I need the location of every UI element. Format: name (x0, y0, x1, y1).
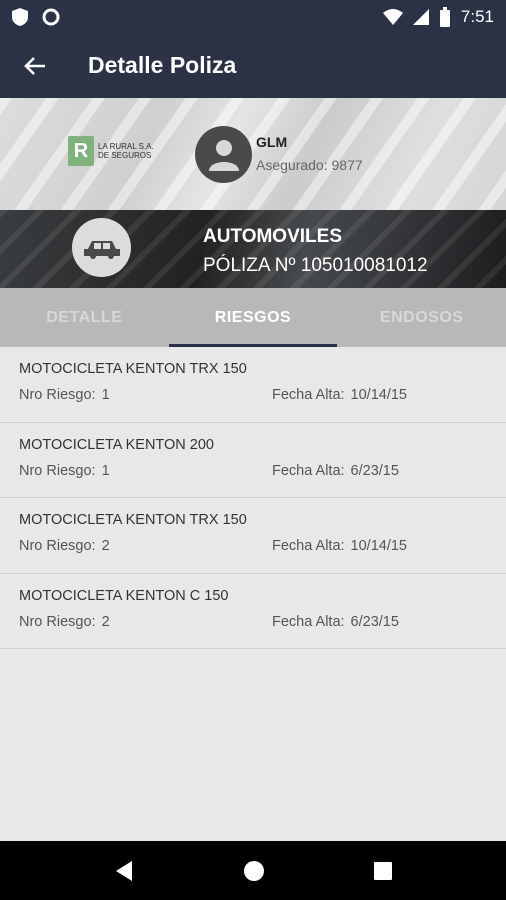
fecha-alta-label: Fecha Alta: (272, 613, 345, 630)
nav-back-icon[interactable] (114, 860, 134, 882)
risk-title: MOTOCICLETA KENTON TRX 150 (19, 512, 247, 528)
tab-detalle[interactable]: DETALLE (0, 288, 169, 347)
fecha-alta-label: Fecha Alta: (272, 387, 345, 403)
tab-endosos[interactable]: ENDOSOS (337, 288, 506, 347)
company-logo: R LA RURAL S.A. DE SEGUROS (68, 136, 156, 166)
sync-circle-icon (42, 8, 60, 25)
list-item[interactable]: MOTOCICLETA KENTON TRX 150 Nro Riesgo: 1 … (0, 347, 506, 423)
car-icon (72, 218, 131, 277)
fecha-alta-label: Fecha Alta: (272, 538, 345, 554)
policy-header-top: R LA RURAL S.A. DE SEGUROS (0, 98, 506, 210)
avatar (195, 126, 252, 183)
shield-icon (12, 7, 28, 26)
nro-riesgo-value: 2 (101, 538, 110, 554)
nro-riesgo-label: Nro Riesgo: (19, 387, 96, 403)
policy-number: PÓLIZA Nº 105010081012 (203, 255, 428, 276)
list-item[interactable]: MOTOCICLETA KENTON 200 Nro Riesgo: 1 Fech… (0, 423, 506, 498)
fecha-alta-value: 10/14/15 (350, 538, 407, 554)
list-item[interactable]: MOTOCICLETA KENTON TRX 150 Nro Riesgo: 2 … (0, 498, 506, 574)
nro-riesgo-value: 1 (101, 462, 110, 479)
list-item[interactable]: MOTOCICLETA KENTON C 150 Nro Riesgo: 2 Fe… (0, 574, 506, 649)
fecha-alta-value: 6/23/15 (350, 462, 399, 479)
nav-recents-icon[interactable] (373, 861, 392, 880)
nro-riesgo-label: Nro Riesgo: (19, 538, 96, 554)
nro-riesgo-label: Nro Riesgo: (19, 462, 96, 479)
signal-icon (412, 8, 429, 25)
back-button[interactable] (0, 33, 70, 98)
risk-title: MOTOCICLETA KENTON C 150 (19, 587, 229, 604)
battery-icon (439, 6, 450, 27)
status-bar: 7:51 (0, 0, 506, 33)
risk-list: MOTOCICLETA KENTON TRX 150 Nro Riesgo: 1 … (0, 347, 506, 649)
policy-type: AUTOMOVILES (203, 226, 342, 247)
risk-title: MOTOCICLETA KENTON TRX 150 (19, 361, 247, 377)
user-icon (208, 139, 239, 171)
wifi-icon (382, 8, 403, 25)
fecha-alta-value: 10/14/15 (350, 387, 407, 403)
app-bar: Detalle Poliza (0, 33, 506, 98)
user-name: GLM (256, 134, 288, 150)
status-time: 7:51 (460, 6, 494, 26)
nav-home-icon[interactable] (243, 860, 265, 882)
nro-riesgo-label: Nro Riesgo: (19, 613, 96, 630)
tab-bar: DETALLE RIESGOS ENDOSOS (0, 288, 506, 347)
page-title: Detalle Poliza (88, 52, 237, 78)
fecha-alta-value: 6/23/15 (350, 613, 399, 630)
tab-riesgos[interactable]: RIESGOS (168, 288, 338, 347)
insured-number: Asegurado: 9877 (256, 157, 363, 173)
system-nav-bar (0, 841, 506, 900)
nro-riesgo-value: 1 (101, 387, 110, 403)
risk-title: MOTOCICLETA KENTON 200 (19, 436, 214, 453)
nro-riesgo-value: 2 (101, 613, 110, 630)
arrow-left-icon (24, 56, 45, 75)
fecha-alta-label: Fecha Alta: (272, 462, 345, 479)
